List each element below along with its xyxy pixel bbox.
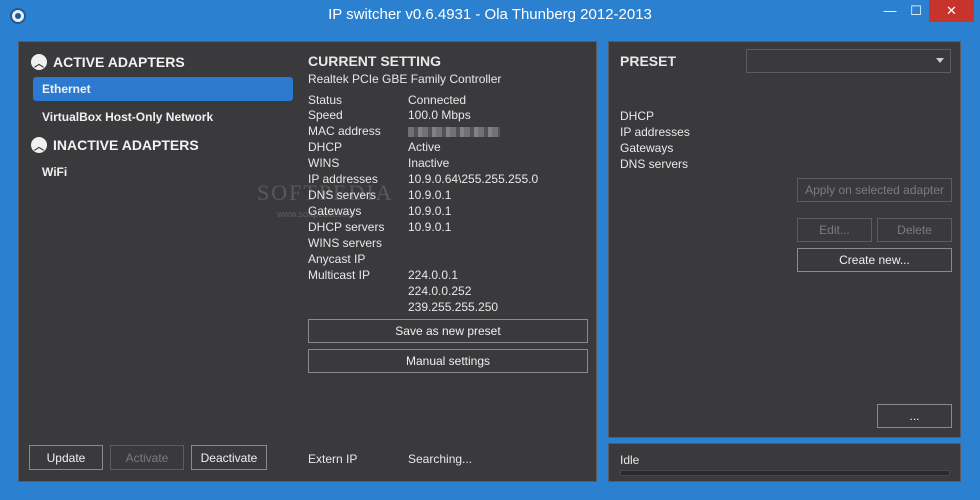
- preset-field-label: DHCP: [620, 109, 655, 123]
- close-button[interactable]: ✕: [929, 0, 974, 22]
- progress-bar: [620, 470, 950, 476]
- adapter-virtualbox[interactable]: VirtualBox Host-Only Network: [33, 105, 293, 129]
- adapter-wifi[interactable]: WiFi: [33, 160, 293, 184]
- field-label: Anycast IP: [308, 252, 366, 266]
- field-label: Gateways: [308, 204, 362, 218]
- delete-preset-button[interactable]: Delete: [877, 218, 952, 242]
- preset-dropdown[interactable]: [746, 49, 951, 73]
- extern-ip-label: Extern IP: [308, 452, 358, 466]
- field-value: 10.9.0.1: [408, 220, 452, 234]
- preset-panel: PRESET DHCP IP addresses Gateways DNS se…: [608, 41, 961, 438]
- field-label: DNS servers: [308, 188, 377, 202]
- field-value: Connected: [408, 93, 467, 107]
- field-label: DHCP: [308, 140, 343, 154]
- field-label: IP addresses: [308, 172, 378, 186]
- collapse-chevron-icon[interactable]: ︿: [31, 54, 47, 70]
- field-value: 100.0 Mbps: [408, 108, 471, 122]
- field-label: Multicast IP: [308, 268, 371, 282]
- create-preset-button[interactable]: Create new...: [797, 248, 952, 272]
- preset-field-label: IP addresses: [620, 125, 690, 139]
- field-label: WINS: [308, 156, 340, 170]
- status-panel: Idle: [608, 443, 961, 482]
- inactive-adapters-header[interactable]: ︿ INACTIVE ADAPTERS: [31, 137, 199, 153]
- maximize-button[interactable]: ☐: [903, 0, 929, 22]
- field-value: Inactive: [408, 156, 450, 170]
- edit-preset-button[interactable]: Edit...: [797, 218, 872, 242]
- manual-settings-button[interactable]: Manual settings: [308, 349, 588, 373]
- extern-ip-value: Searching...: [408, 452, 473, 466]
- current-setting-title: CURRENT SETTING: [308, 53, 441, 69]
- field-label: Speed: [308, 108, 343, 122]
- field-value: 10.9.0.1: [408, 204, 452, 218]
- activate-button[interactable]: Activate: [110, 445, 184, 470]
- apply-preset-button[interactable]: Apply on selected adapter: [797, 178, 952, 202]
- field-label: Status: [308, 93, 343, 107]
- preset-field-label: Gateways: [620, 141, 674, 155]
- active-adapters-header[interactable]: ︿ ACTIVE ADAPTERS: [31, 54, 185, 70]
- more-options-button[interactable]: ...: [877, 404, 952, 428]
- field-label: MAC address: [308, 124, 381, 138]
- inactive-adapters-label: INACTIVE ADAPTERS: [53, 137, 199, 153]
- field-value: Active: [408, 140, 441, 154]
- status-text: Idle: [620, 453, 640, 467]
- adapter-description: Realtek PCIe GBE Family Controller: [308, 72, 502, 86]
- preset-title: PRESET: [620, 53, 677, 69]
- field-value: 10.9.0.64\255.255.255.0: [408, 172, 539, 186]
- mac-address-redacted: [408, 124, 500, 140]
- field-value: 224.0.0.252: [408, 284, 472, 298]
- minimize-button[interactable]: —: [877, 0, 903, 22]
- preset-field-label: DNS servers: [620, 157, 689, 171]
- field-label: WINS servers: [308, 236, 383, 250]
- window-title: IP switcher v0.6.4931 - Ola Thunberg 201…: [328, 6, 652, 23]
- update-button[interactable]: Update: [29, 445, 103, 470]
- save-preset-button[interactable]: Save as new preset: [308, 319, 588, 343]
- deactivate-button[interactable]: Deactivate: [191, 445, 267, 470]
- field-value: 224.0.0.1: [408, 268, 459, 282]
- title-bar: IP switcher v0.6.4931 - Ola Thunberg 201…: [0, 0, 980, 32]
- collapse-chevron-icon[interactable]: ︿: [31, 137, 47, 153]
- chevron-down-icon: [936, 58, 944, 63]
- field-value: 10.9.0.1: [408, 188, 452, 202]
- active-adapters-label: ACTIVE ADAPTERS: [53, 54, 185, 70]
- adapter-panel: ︿ ACTIVE ADAPTERS Ethernet VirtualBox Ho…: [18, 41, 597, 482]
- adapter-ethernet[interactable]: Ethernet: [33, 77, 293, 101]
- field-value: 239.255.255.250: [408, 300, 499, 314]
- field-label: DHCP servers: [308, 220, 385, 234]
